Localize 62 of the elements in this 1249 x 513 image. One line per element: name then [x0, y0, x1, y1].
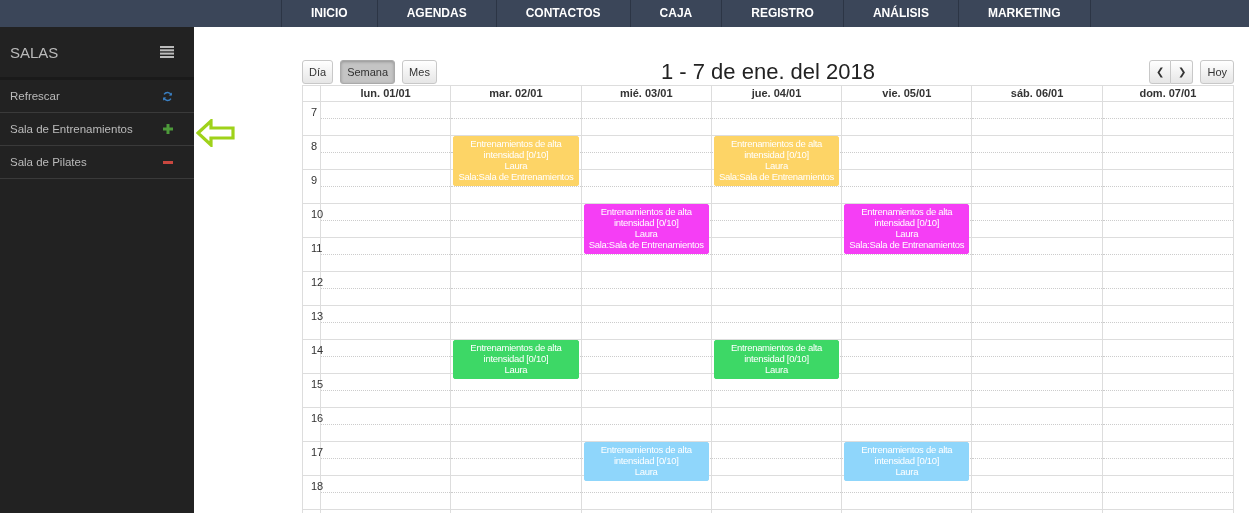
- today-button[interactable]: Hoy: [1200, 59, 1234, 84]
- hour-label: 7: [311, 106, 318, 118]
- hour-label: 9: [311, 174, 318, 186]
- plus-icon[interactable]: [163, 124, 173, 134]
- arrow-icon: [196, 119, 236, 147]
- day-header: dom. 07/01: [1138, 86, 1198, 101]
- hour-label: 18: [311, 480, 324, 492]
- event-text: Sala:Sala de Entrenamientos: [848, 239, 966, 250]
- sidebar-title: SALAS: [10, 43, 59, 61]
- nav-link[interactable]: CONTACTOS: [495, 0, 630, 27]
- hour-label: 13: [311, 310, 324, 322]
- nav-link[interactable]: INICIO: [281, 0, 377, 27]
- event-text: Sala:Sala de Entrenamientos: [457, 171, 575, 182]
- hour-label: 16: [311, 412, 324, 424]
- event-text: Entrenamientos de alta intensidad [0/10]: [860, 206, 954, 228]
- event-text: Laura: [894, 228, 920, 239]
- sidebar-item[interactable]: Sala de Pilates: [0, 146, 194, 179]
- event-text: Entrenamientos de alta intensidad [0/10]: [860, 444, 954, 466]
- view-tab[interactable]: Semana: [340, 59, 396, 84]
- event-text: Entrenamientos de alta intensidad [0/10]: [599, 206, 693, 228]
- next-button[interactable]: ❯: [1171, 59, 1194, 84]
- event-text: Laura: [894, 466, 920, 477]
- hour-label: 12: [311, 276, 324, 288]
- event-text: Laura: [503, 160, 529, 171]
- event-text: Laura: [633, 466, 659, 477]
- previous-button[interactable]: ❮: [1149, 59, 1172, 84]
- day-header: vie. 05/01: [842, 86, 973, 101]
- minus-icon[interactable]: [163, 160, 173, 164]
- nav-link[interactable]: CAJA: [629, 0, 722, 27]
- event-text: Sala:Sala de Entrenamientos: [587, 239, 705, 250]
- event-text: Entrenamientos de alta intensidad [0/10]: [729, 138, 824, 160]
- calendar-title: 1 - 7 de ene. del 2018: [660, 58, 876, 85]
- refresh-icon[interactable]: [162, 90, 173, 102]
- hour-label: 10: [311, 208, 324, 220]
- day-header: mar. 02/01: [451, 86, 582, 101]
- sidebar-item[interactable]: Refrescar: [0, 80, 194, 113]
- event-text: Laura: [503, 364, 529, 375]
- day-header: jue. 04/01: [711, 86, 843, 101]
- event-text: Laura: [764, 364, 789, 375]
- nav-link[interactable]: AGENDAS: [376, 0, 496, 27]
- hour-label: 11: [311, 242, 323, 254]
- event-text: Entrenamientos de alta intensidad [0/10]: [599, 444, 693, 466]
- nav-link[interactable]: REGISTRO: [721, 0, 843, 27]
- event-text: Entrenamientos de alta intensidad [0/10]: [469, 138, 563, 160]
- event-text: Entrenamientos de alta intensidad [0/10]: [469, 342, 563, 364]
- hour-label: 17: [311, 446, 324, 458]
- nav-link[interactable]: MARKETING: [957, 0, 1090, 27]
- view-tab[interactable]: Mes: [402, 59, 437, 84]
- nav-link[interactable]: ANÁLISIS: [842, 0, 958, 27]
- day-header: lun. 01/01: [321, 86, 452, 101]
- event-text: Entrenamientos de alta intensidad [0/10]: [729, 342, 824, 364]
- sidebar-item[interactable]: Sala de Entrenamientos: [0, 113, 194, 146]
- event-text: Laura: [764, 160, 789, 171]
- view-tab[interactable]: Día: [302, 59, 334, 84]
- day-header: sáb. 06/01: [972, 86, 1103, 101]
- hour-label: 8: [311, 140, 318, 152]
- hour-label: 14: [311, 344, 324, 356]
- event-text: Sala:Sala de Entrenamientos: [718, 171, 835, 182]
- event-text: Laura: [633, 228, 659, 239]
- day-header: mié. 03/01: [581, 86, 712, 101]
- hour-label: 15: [311, 378, 324, 390]
- menu-icon[interactable]: [160, 46, 174, 58]
